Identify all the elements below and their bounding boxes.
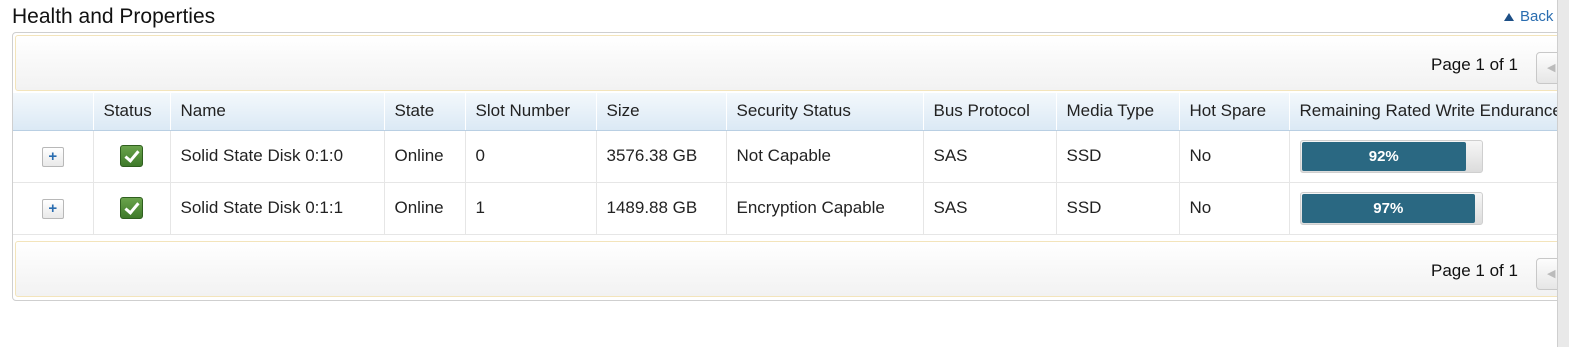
back-link[interactable]: Back <box>1504 8 1553 25</box>
endurance-progress-bar: 97% <box>1299 191 1483 225</box>
drive-name: Solid State Disk 0:1:0 <box>170 130 385 183</box>
pager-top: Page 1 of 1 ◀ <box>15 35 1569 91</box>
expand-row-button[interactable]: + <box>41 146 64 167</box>
page-indicator: Page 1 of 1 <box>1431 261 1518 280</box>
drive-state: Online <box>384 130 466 183</box>
drive-bus-protocol: SAS <box>923 182 1057 235</box>
column-header-security-status[interactable]: Security Status <box>726 93 924 131</box>
endurance-progress-bar: 92% <box>1299 139 1483 173</box>
drive-slot: 0 <box>465 130 597 183</box>
triangle-up-icon <box>1504 12 1514 21</box>
drive-bus-protocol: SAS <box>923 130 1057 183</box>
back-label: Back <box>1520 8 1554 25</box>
drive-size: 1489.88 GB <box>596 182 727 235</box>
page-indicator: Page 1 of 1 <box>1431 55 1518 74</box>
drive-security-status: Not Capable <box>726 130 924 183</box>
drive-name: Solid State Disk 0:1:1 <box>170 182 385 235</box>
drive-state: Online <box>384 182 466 235</box>
column-header-status[interactable]: Status <box>93 93 171 131</box>
drive-slot: 1 <box>465 182 597 235</box>
table-row: + Solid State Disk 0:1:1 Online 1 1489.8… <box>13 182 1569 235</box>
column-header-bus-protocol[interactable]: Bus Protocol <box>923 93 1057 131</box>
drive-hot-spare: No <box>1179 182 1290 235</box>
endurance-progress-label: 97% <box>1373 199 1404 217</box>
column-header-hot-spare[interactable]: Hot Spare <box>1179 93 1290 131</box>
page-title: Health and Properties <box>12 5 216 28</box>
expand-row-button[interactable]: + <box>41 198 64 219</box>
drive-size: 3576.38 GB <box>596 130 727 183</box>
column-header-size[interactable]: Size <box>596 93 727 131</box>
column-header-name[interactable]: Name <box>170 93 385 131</box>
pager-bottom: Page 1 of 1 ◀ <box>15 241 1569 297</box>
drive-security-status: Encryption Capable <box>726 182 924 235</box>
column-header-state[interactable]: State <box>384 93 466 131</box>
drives-table: Status Name State Slot Number Size Secur… <box>13 93 1569 235</box>
status-ok-icon <box>120 197 143 219</box>
status-ok-icon <box>120 145 143 167</box>
drive-media-type: SSD <box>1056 182 1180 235</box>
endurance-progress-label: 92% <box>1368 147 1399 165</box>
column-header-media-type[interactable]: Media Type <box>1056 93 1180 131</box>
vertical-scrollbar[interactable] <box>1557 0 1569 347</box>
chevron-left-icon: ◀ <box>1547 268 1556 280</box>
column-header-expand <box>13 93 94 131</box>
column-header-remaining-endurance[interactable]: Remaining Rated Write Endurance <box>1289 93 1569 131</box>
table-header-row: Status Name State Slot Number Size Secur… <box>13 93 1569 131</box>
drives-panel: Page 1 of 1 ◀ Status Name State Slot Num… <box>12 32 1569 301</box>
table-row: + Solid State Disk 0:1:0 Online 0 3576.3… <box>13 130 1569 183</box>
drive-media-type: SSD <box>1056 130 1180 183</box>
column-header-slot-number[interactable]: Slot Number <box>465 93 597 131</box>
chevron-left-icon: ◀ <box>1547 62 1556 74</box>
drive-hot-spare: No <box>1179 130 1290 183</box>
